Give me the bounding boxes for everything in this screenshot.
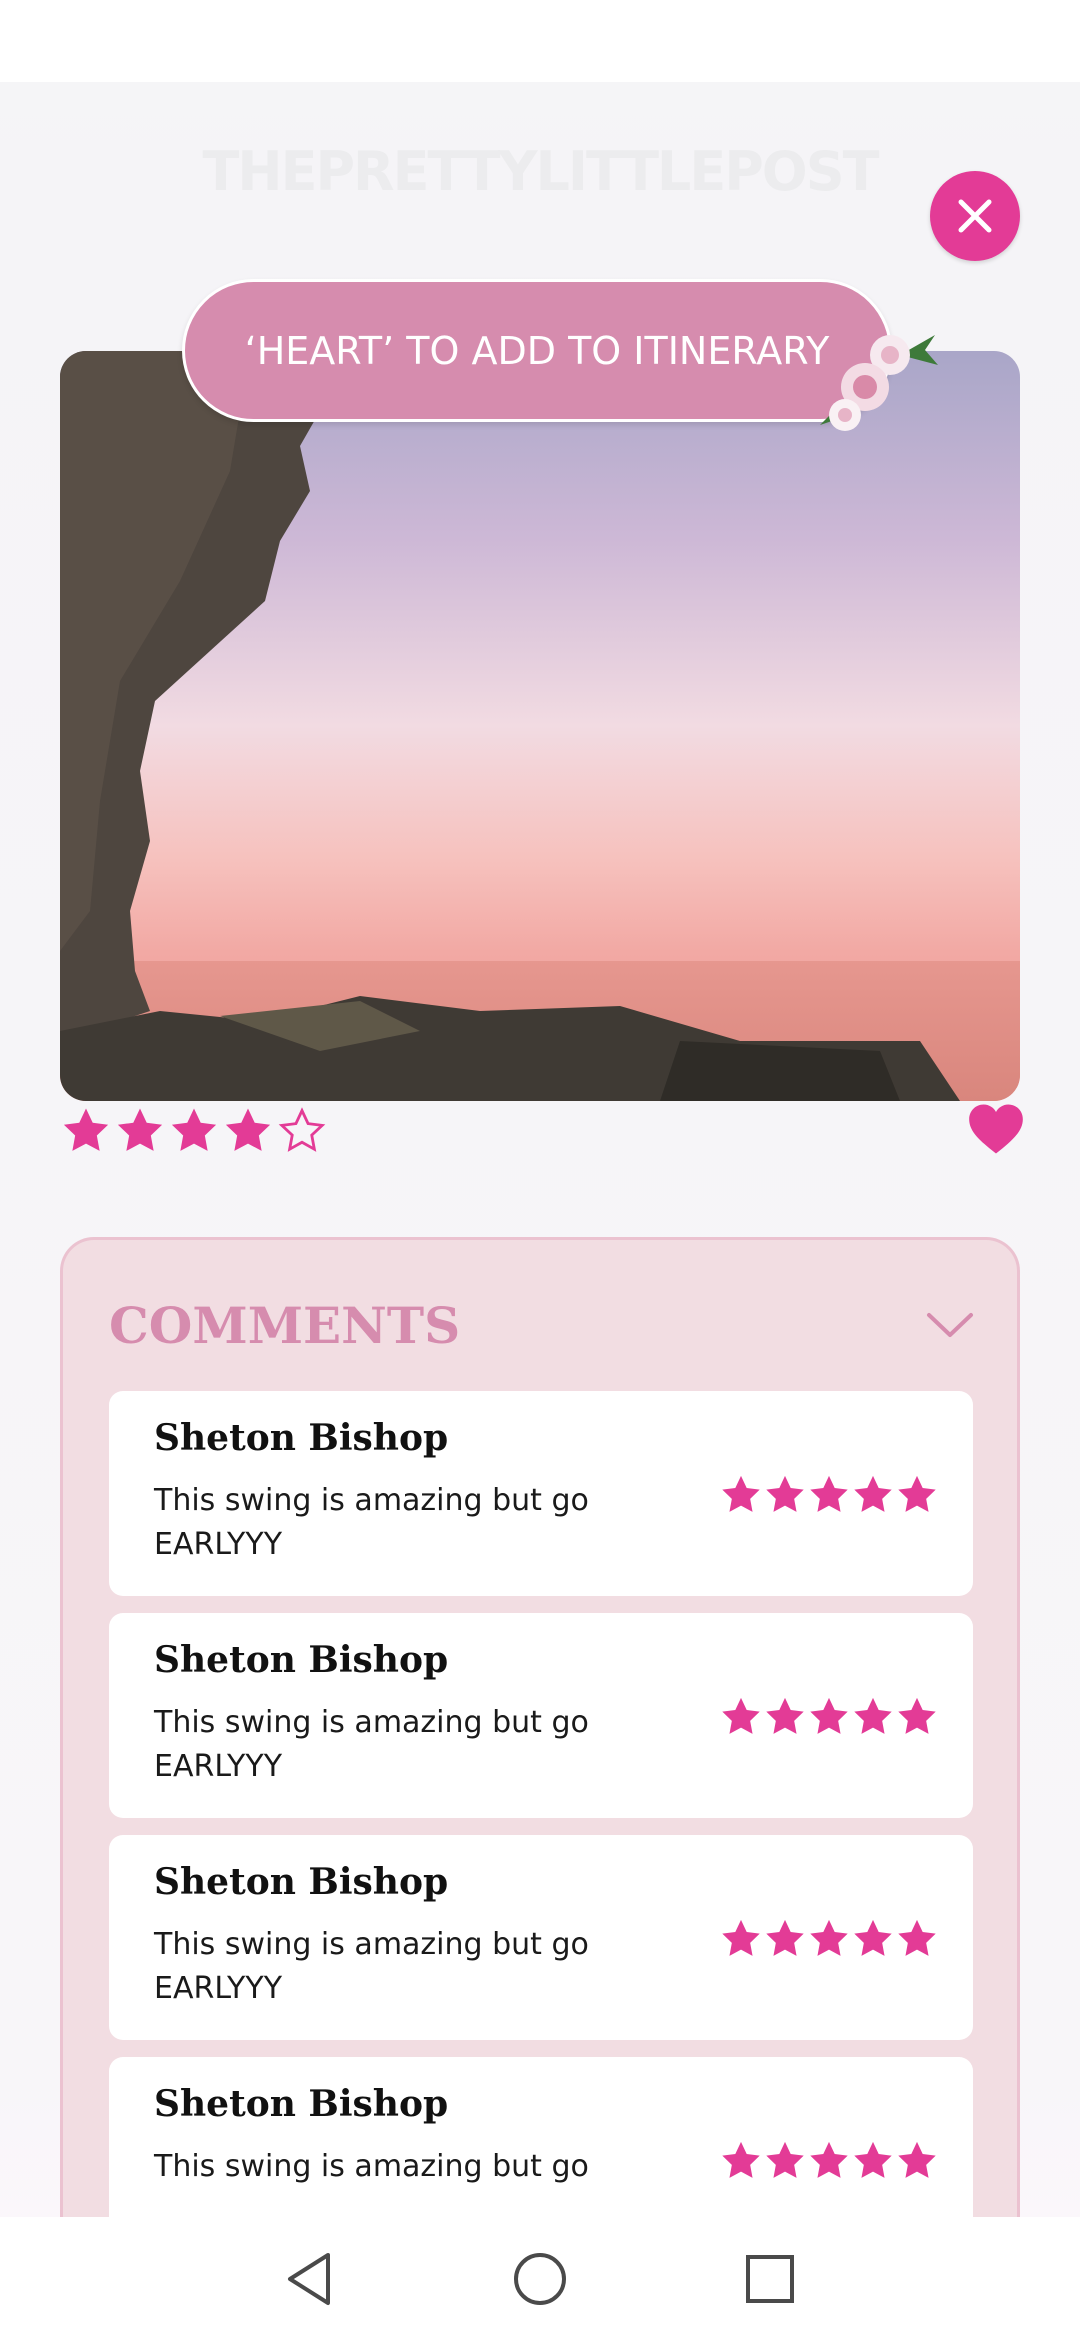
comment-text: This swing is amazing but go EARLYYY (154, 1705, 589, 1784)
star-filled-icon (63, 1108, 109, 1151)
comment-rating (719, 1695, 939, 1739)
comment-author: Sheton Bishop (154, 1861, 449, 1903)
recents-icon (745, 2254, 794, 2303)
star-filled-icon (810, 1919, 848, 1956)
star-filled-icon (854, 1697, 892, 1734)
comment-card: Sheton Bishop This swing is amazing but … (109, 1835, 973, 2040)
comment-text: This swing is amazing but go EARLYYY (154, 1927, 589, 2006)
star-filled-icon (854, 1475, 892, 1512)
star-filled-icon (810, 1475, 848, 1512)
comment-author: Sheton Bishop (154, 2083, 449, 2125)
home-icon (513, 2252, 566, 2305)
star-filled-icon (722, 1697, 760, 1734)
star-filled-icon (171, 1108, 217, 1151)
star-filled-icon (766, 2141, 804, 2178)
star-filled-icon (766, 1475, 804, 1512)
heart-icon[interactable] (968, 1102, 1024, 1156)
comment-author: Sheton Bishop (154, 1417, 449, 1459)
add-to-itinerary-banner: ‘HEART’ TO ADD TO ITINERARY (182, 279, 892, 422)
star-filled-icon (766, 1697, 804, 1734)
star-filled-icon (225, 1108, 271, 1151)
nav-back-button[interactable] (248, 2217, 371, 2340)
star-outline-icon (278, 1107, 326, 1152)
location-photo (60, 351, 1020, 1101)
comment-card: Sheton Bishop This swing is amazing but … (109, 2057, 973, 2237)
comment-rating (719, 1473, 939, 1517)
comment-rating (719, 1917, 939, 1961)
star-filled-icon (722, 1919, 760, 1956)
place-rating (60, 1105, 328, 1155)
comments-title: COMMENTS (109, 1296, 461, 1355)
star-filled-icon (766, 1919, 804, 1956)
flower-decoration (820, 335, 938, 431)
star-filled-icon (117, 1108, 163, 1151)
back-icon (287, 2252, 330, 2305)
star-filled-icon (854, 2141, 892, 2178)
star-filled-icon (722, 2141, 760, 2178)
comment-card: Sheton Bishop This swing is amazing but … (109, 1613, 973, 1818)
close-icon (958, 199, 992, 233)
nav-recents-button[interactable] (708, 2217, 831, 2340)
comment-card: Sheton Bishop This swing is amazing but … (109, 1391, 973, 1596)
chevron-down-icon[interactable] (925, 1310, 975, 1340)
star-filled-icon (898, 1697, 936, 1734)
close-button[interactable] (930, 171, 1020, 261)
star-filled-icon (810, 1697, 848, 1734)
status-bar (0, 0, 1080, 82)
star-filled-icon (898, 2141, 936, 2178)
banner-label: ‘HEART’ TO ADD TO ITINERARY (244, 328, 830, 373)
comment-text: This swing is amazing but go (154, 2149, 589, 2184)
star-filled-icon (722, 1475, 760, 1512)
nav-home-button[interactable] (478, 2217, 601, 2340)
star-filled-icon (898, 1919, 936, 1956)
comment-rating (719, 2139, 939, 2183)
comment-text: This swing is amazing but go EARLYYY (154, 1483, 589, 1562)
comments-panel: COMMENTS Sheton Bishop This swing is ama… (60, 1237, 1020, 2237)
comment-author: Sheton Bishop (154, 1639, 449, 1681)
star-filled-icon (810, 2141, 848, 2178)
star-filled-icon (854, 1919, 892, 1956)
star-filled-icon (898, 1475, 936, 1512)
app-logo: THEPRETTYLITTLEPOST (202, 140, 880, 203)
